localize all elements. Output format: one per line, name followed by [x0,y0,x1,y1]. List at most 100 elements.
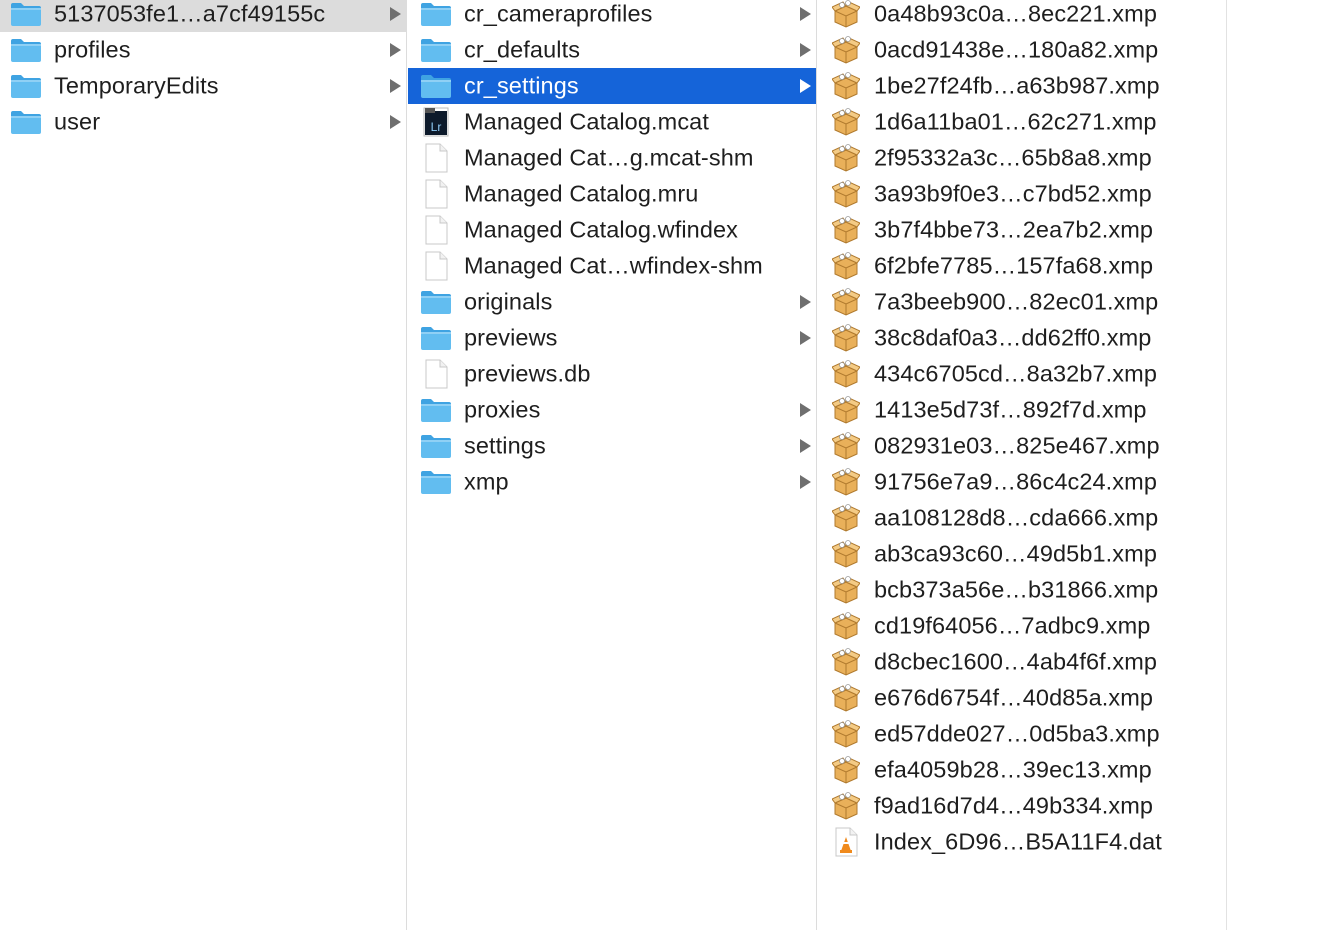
item-name: 434c6705cd…8a32b7.xmp [874,360,1157,387]
folder-icon [420,432,452,460]
folder-row[interactable]: cr_defaults [408,32,816,68]
item-name: f9ad16d7d4…49b334.xmp [874,792,1154,819]
file-row[interactable]: Managed Cat…g.mcat-shm [408,140,816,176]
column-3[interactable]: 0a48b93c0a…8ec221.xmp 0acd91438e…180a82.x… [818,0,1226,930]
item-name: 1413e5d73f…892f7d.xmp [874,396,1147,423]
column-divider[interactable] [816,0,817,930]
xmp-file-icon [830,360,862,388]
file-row[interactable]: Index_6D96…B5A11F4.dat [818,824,1226,860]
xmp-file-icon [830,612,862,640]
file-row[interactable]: 1be27f24fb…a63b987.xmp [818,68,1226,104]
folder-row[interactable]: originals [408,284,816,320]
file-row[interactable]: ab3ca93c60…49d5b1.xmp [818,536,1226,572]
file-row[interactable]: 91756e7a9…86c4c24.xmp [818,464,1226,500]
xmp-file-icon [830,72,862,100]
folder-row[interactable]: proxies [408,392,816,428]
folder-row[interactable]: user [0,104,406,140]
document-icon [420,143,452,173]
folder-row[interactable]: profiles [0,32,406,68]
item-name: user [54,108,101,135]
column-divider[interactable] [406,0,407,930]
file-row[interactable]: 38c8daf0a3…dd62ff0.xmp [818,320,1226,356]
file-row[interactable]: 082931e03…825e467.xmp [818,428,1226,464]
folder-row[interactable]: 5137053fe1…a7cf49155c [0,0,406,32]
file-row[interactable]: d8cbec1600…4ab4f6f.xmp [818,644,1226,680]
disclosure-arrow-icon [390,7,401,21]
folder-icon [420,324,452,352]
file-row[interactable]: 7a3beeb900…82ec01.xmp [818,284,1226,320]
file-row[interactable]: 6f2bfe7785…157fa68.xmp [818,248,1226,284]
column-2[interactable]: cr_cameraprofiles cr_defaults cr_settings L… [408,0,816,930]
file-row[interactable]: Managed Catalog.wfindex [408,212,816,248]
file-row[interactable]: f9ad16d7d4…49b334.xmp [818,788,1226,824]
item-name: Managed Catalog.mcat [464,108,709,135]
file-row[interactable]: cd19f64056…7adbc9.xmp [818,608,1226,644]
item-name: 38c8daf0a3…dd62ff0.xmp [874,324,1152,351]
file-row[interactable]: previews.db [408,356,816,392]
file-row[interactable]: Lr Managed Catalog.mcat [408,104,816,140]
item-name: Managed Catalog.wfindex [464,216,739,243]
file-row[interactable]: 1413e5d73f…892f7d.xmp [818,392,1226,428]
file-row[interactable]: ed57dde027…0d5ba3.xmp [818,716,1226,752]
item-name: 082931e03…825e467.xmp [874,432,1160,459]
disclosure-arrow-icon [800,439,811,453]
folder-row[interactable]: settings [408,428,816,464]
folder-row[interactable]: previews [408,320,816,356]
item-name: 6f2bfe7785…157fa68.xmp [874,252,1154,279]
xmp-file-icon [830,180,862,208]
file-row[interactable]: 3a93b9f0e3…c7bd52.xmp [818,176,1226,212]
folder-row[interactable]: cr_settings [408,68,816,104]
item-name: TemporaryEdits [54,72,219,99]
folder-icon [420,0,452,28]
xmp-file-icon [830,36,862,64]
document-icon [420,359,452,389]
item-name: 0a48b93c0a…8ec221.xmp [874,0,1157,27]
folder-icon [10,108,42,136]
file-row[interactable]: 1d6a11ba01…62c271.xmp [818,104,1226,140]
item-name: proxies [464,396,541,423]
xmp-file-icon [830,756,862,784]
item-name: cr_defaults [464,36,581,63]
file-row[interactable]: 3b7f4bbe73…2ea7b2.xmp [818,212,1226,248]
folder-row[interactable]: xmp [408,464,816,500]
folder-row[interactable]: TemporaryEdits [0,68,406,104]
item-name: bcb373a56e…b31866.xmp [874,576,1159,603]
document-icon [420,179,452,209]
item-name: 1be27f24fb…a63b987.xmp [874,72,1160,99]
folder-icon [420,396,452,424]
item-name: 3a93b9f0e3…c7bd52.xmp [874,180,1152,207]
xmp-file-icon [830,792,862,820]
xmp-file-icon [830,540,862,568]
file-row[interactable]: bcb373a56e…b31866.xmp [818,572,1226,608]
file-row[interactable]: 434c6705cd…8a32b7.xmp [818,356,1226,392]
disclosure-arrow-icon [800,7,811,21]
disclosure-arrow-icon [390,79,401,93]
folder-icon [10,36,42,64]
item-name: d8cbec1600…4ab4f6f.xmp [874,648,1158,675]
file-row[interactable]: efa4059b28…39ec13.xmp [818,752,1226,788]
item-name: Managed Cat…g.mcat-shm [464,144,754,171]
folder-row[interactable]: cr_cameraprofiles [408,0,816,32]
item-name: settings [464,432,546,459]
item-name: 1d6a11ba01…62c271.xmp [874,108,1157,135]
file-row[interactable]: e676d6754f…40d85a.xmp [818,680,1226,716]
item-name: xmp [464,468,509,495]
column-1[interactable]: 5137053fe1…a7cf49155c profiles TemporaryEd… [0,0,406,930]
xmp-file-icon [830,576,862,604]
folder-icon [420,468,452,496]
folder-icon [420,72,452,100]
file-row[interactable]: 2f95332a3c…65b8a8.xmp [818,140,1226,176]
xmp-file-icon [830,468,862,496]
file-row[interactable]: 0acd91438e…180a82.xmp [818,32,1226,68]
column-divider[interactable] [1226,0,1227,930]
file-row[interactable]: aa108128d8…cda666.xmp [818,500,1226,536]
xmp-file-icon [830,144,862,172]
file-row[interactable]: Managed Catalog.mru [408,176,816,212]
xmp-file-icon [830,396,862,424]
item-name: Managed Cat…wfindex-shm [464,252,763,279]
item-name: Index_6D96…B5A11F4.dat [874,828,1162,855]
xmp-file-icon [830,432,862,460]
file-row[interactable]: Managed Cat…wfindex-shm [408,248,816,284]
file-row[interactable]: 0a48b93c0a…8ec221.xmp [818,0,1226,32]
xmp-file-icon [830,216,862,244]
